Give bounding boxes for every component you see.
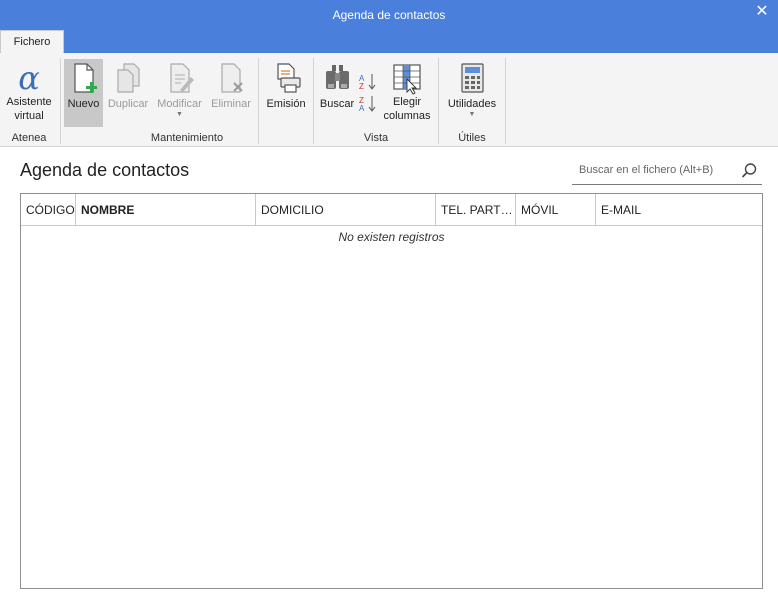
window-title: Agenda de contactos (332, 8, 446, 22)
column-header-nombre[interactable]: NOMBRE (76, 194, 256, 226)
asistente-label-1: Asistente (6, 96, 52, 108)
ribbon-tab-bar: Fichero (0, 30, 778, 53)
svg-text:A: A (359, 104, 365, 113)
duplicate-icon (117, 63, 140, 93)
chevron-down-icon: ▼ (468, 111, 476, 118)
title-bar: Agenda de contactos ✕ (0, 0, 778, 30)
group-label-utiles: Útiles (458, 132, 486, 144)
delete-document-icon (221, 63, 243, 93)
search-input[interactable]: Buscar en el fichero (Alt+B) (572, 157, 762, 185)
emision-button[interactable]: Emisión (262, 59, 310, 127)
search-icon[interactable] (740, 162, 758, 180)
search-placeholder: Buscar en el fichero (Alt+B) (579, 164, 714, 176)
group-label-vista: Vista (363, 132, 389, 144)
buscar-label: Buscar (319, 98, 355, 110)
calculator-icon (461, 63, 484, 93)
svg-text:α: α (18, 61, 40, 95)
binoculars-icon (326, 65, 349, 89)
group-divider (505, 58, 506, 144)
group-divider (313, 58, 314, 144)
elegir-label-1: Elegir (392, 96, 422, 108)
utilidades-label: Utilidades (447, 98, 497, 110)
print-icon (277, 63, 301, 93)
eliminar-label: Eliminar (211, 98, 251, 110)
asistente-virtual-button[interactable]: α Asistente virtual (2, 59, 56, 127)
table-header: CÓDIGO NOMBRE DOMICILIO TEL. PARTIC... M… (21, 194, 762, 226)
column-header-movil[interactable]: MÓVIL (516, 194, 596, 226)
asistente-label-2: virtual (14, 110, 44, 122)
column-header-email[interactable]: E-MAIL (596, 194, 762, 226)
edit-document-icon (169, 63, 194, 93)
contacts-table: CÓDIGO NOMBRE DOMICILIO TEL. PARTIC... M… (20, 193, 763, 589)
page-title: Agenda de contactos (20, 160, 190, 180)
group-label-atenea: Atenea (11, 132, 47, 144)
emision-label: Emisión (266, 98, 306, 110)
choose-columns-icon (393, 64, 421, 95)
empty-message: No existen registros (338, 230, 445, 244)
group-label-mantenimiento: Mantenimiento (150, 132, 224, 144)
ribbon: α Asistente virtual Atenea Nuevo Duplica… (0, 53, 778, 147)
elegir-columnas-button[interactable]: Elegir columnas (380, 59, 434, 127)
nuevo-label: Nuevo (67, 98, 100, 110)
new-document-icon (73, 63, 97, 93)
modificar-label: Modificar (157, 98, 202, 110)
eliminar-button[interactable]: Eliminar (208, 59, 254, 127)
utilidades-button[interactable]: Utilidades ▼ (443, 59, 501, 127)
group-divider (60, 58, 61, 144)
chevron-down-icon: ▼ (176, 111, 183, 118)
close-icon[interactable]: ✕ (754, 4, 770, 20)
group-divider (438, 58, 439, 144)
elegir-label-2: columnas (383, 110, 431, 122)
tab-fichero[interactable]: Fichero (0, 30, 64, 53)
nuevo-button[interactable]: Nuevo (64, 59, 103, 127)
svg-text:Z: Z (359, 82, 364, 91)
duplicar-button[interactable]: Duplicar (105, 59, 151, 127)
alpha-icon: α (18, 61, 40, 95)
modificar-button[interactable]: Modificar ▼ (153, 59, 206, 127)
column-header-telefono[interactable]: TEL. PARTIC... (436, 194, 516, 226)
sort-button[interactable]: A Z Z A (357, 69, 377, 113)
column-header-codigo[interactable]: CÓDIGO (21, 194, 76, 226)
duplicar-label: Duplicar (107, 98, 149, 110)
column-header-domicilio[interactable]: DOMICILIO (256, 194, 436, 226)
sort-az-icon: A Z Z A (359, 74, 376, 113)
buscar-button[interactable]: Buscar (318, 59, 356, 127)
